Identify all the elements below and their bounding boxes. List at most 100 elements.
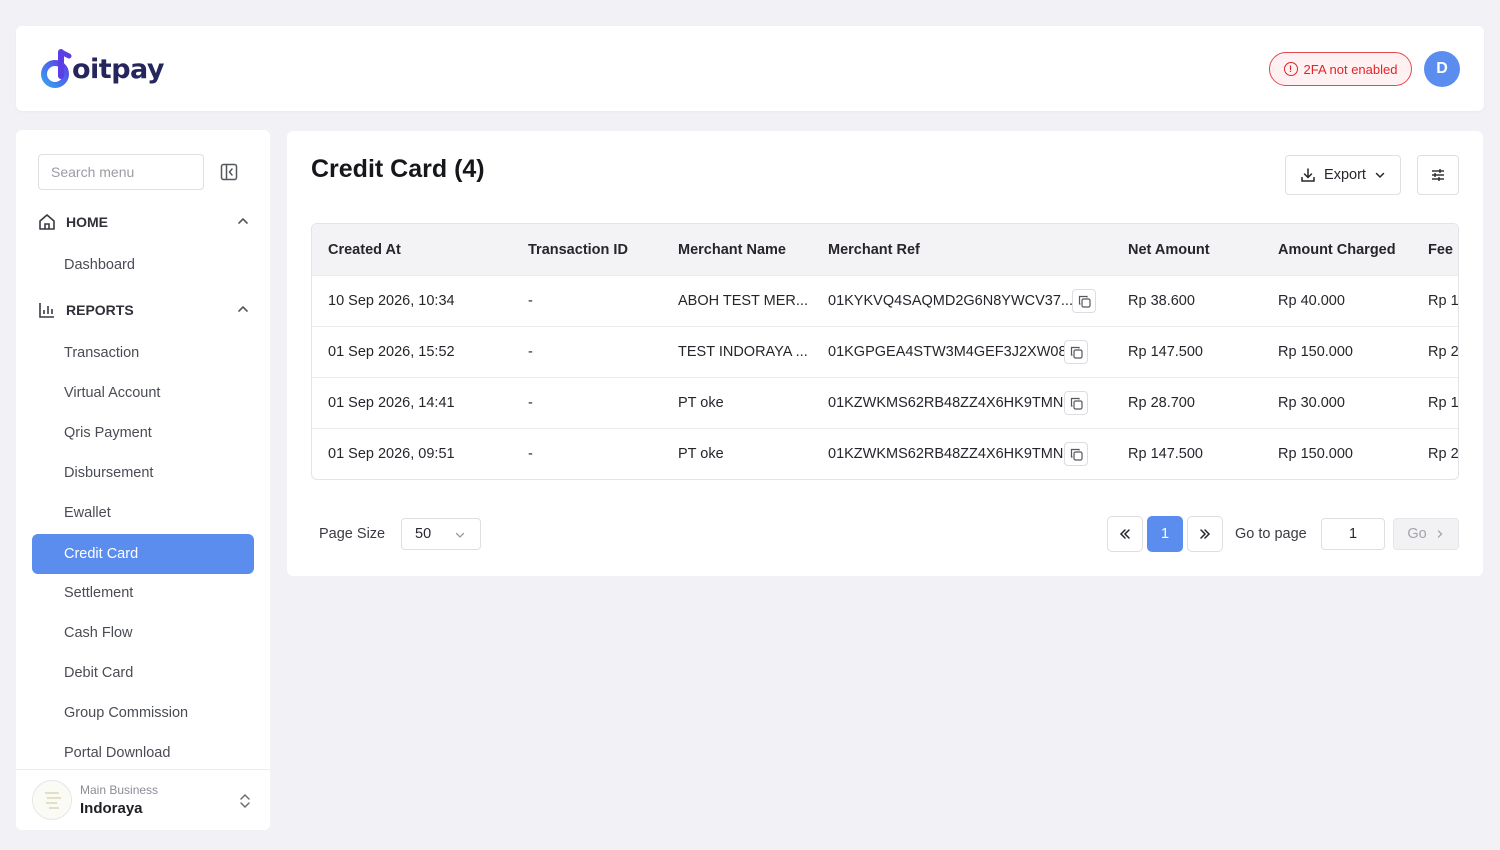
column-header[interactable]: Amount Charged: [1278, 242, 1396, 258]
cell-merchant-ref: 01KYKVQ4SAQMD2G6N8YWCV37...: [828, 293, 1073, 309]
sidebar-item-label: Ewallet: [64, 505, 111, 521]
cell-fee: Rp 1.: [1428, 395, 1459, 411]
chevron-down-icon: [1375, 172, 1385, 179]
sidebar-item-ewallet[interactable]: Ewallet: [32, 493, 254, 533]
export-button[interactable]: Export: [1285, 155, 1401, 195]
cell-fee: Rp 2: [1428, 446, 1459, 462]
doitpay-logo[interactable]: oitpay: [40, 44, 165, 92]
column-header[interactable]: Created At: [328, 242, 401, 258]
cell-amount-charged: Rp 30.000: [1278, 395, 1345, 411]
cell-merchant-name: PT oke: [678, 446, 724, 462]
user-avatar[interactable]: D: [1424, 51, 1460, 87]
last-page-button[interactable]: [1187, 516, 1223, 552]
credit-card-table: Created At Transaction ID Merchant Name …: [311, 223, 1459, 480]
page-button-current[interactable]: 1: [1147, 516, 1183, 552]
cell-transaction-id: -: [528, 344, 533, 360]
cell-transaction-id: -: [528, 446, 533, 462]
page-size-select[interactable]: 50: [401, 518, 481, 550]
cell-transaction-id: -: [528, 293, 533, 309]
sidebar-item-label: Dashboard: [64, 257, 135, 273]
logo-mark-icon: [41, 49, 72, 88]
sidebar-item-label: Qris Payment: [64, 425, 152, 441]
sidebar-item-portal-download[interactable]: Portal Download: [32, 733, 254, 773]
table-row[interactable]: 01 Sep 2026, 09:51 - PT oke 01KZWKMS62RB…: [312, 429, 1459, 479]
cell-net-amount: Rp 28.700: [1128, 395, 1195, 411]
sidebar: HOME Dashboard REPORTS Transaction Virtu…: [16, 130, 270, 830]
cell-created-at: 01 Sep 2026, 14:41: [328, 395, 455, 411]
section-reports[interactable]: REPORTS: [38, 298, 250, 322]
cell-net-amount: Rp 147.500: [1128, 446, 1203, 462]
business-subtitle: Main Business: [80, 783, 159, 797]
top-header: oitpay ! 2FA not enabled D: [16, 26, 1484, 111]
cell-fee: Rp 2: [1428, 344, 1459, 360]
column-header[interactable]: Merchant Name: [678, 242, 786, 258]
sidebar-item-settlement[interactable]: Settlement: [32, 573, 254, 613]
sidebar-item-label: Portal Download: [64, 745, 171, 761]
copy-ref-button[interactable]: [1064, 442, 1088, 466]
column-header[interactable]: Transaction ID: [528, 242, 628, 258]
go-to-page-input[interactable]: [1321, 518, 1385, 550]
business-logo: [32, 780, 72, 820]
page-size-label: Page Size: [319, 526, 386, 542]
sidebar-item-label: Cash Flow: [64, 625, 133, 641]
logo-text: oitpay: [72, 53, 165, 85]
2fa-warning-badge[interactable]: ! 2FA not enabled: [1269, 52, 1412, 86]
sidebar-item-qris-payment[interactable]: Qris Payment: [32, 413, 254, 453]
cell-merchant-ref: 01KZWKMS62RB48ZZ4X6HK9TMNG: [828, 446, 1075, 462]
section-home[interactable]: HOME: [38, 210, 250, 234]
chevron-right-icon: [1437, 530, 1443, 538]
cell-created-at: 01 Sep 2026, 09:51: [328, 446, 455, 462]
cell-fee: Rp 1.: [1428, 293, 1459, 309]
sidebar-item-label: Settlement: [64, 585, 134, 601]
go-label: Go: [1407, 526, 1427, 542]
table-row[interactable]: 01 Sep 2026, 14:41 - PT oke 01KZWKMS62RB…: [312, 378, 1459, 429]
copy-ref-button[interactable]: [1064, 340, 1088, 364]
copy-icon: [1070, 448, 1083, 461]
home-icon: [39, 214, 55, 230]
sidebar-item-virtual-account[interactable]: Virtual Account: [32, 373, 254, 413]
go-button[interactable]: Go: [1393, 518, 1459, 550]
column-header[interactable]: Merchant Ref: [828, 242, 920, 258]
copy-ref-button[interactable]: [1064, 391, 1088, 415]
2fa-warning-label: 2FA not enabled: [1303, 61, 1398, 77]
sidebar-item-transaction[interactable]: Transaction: [32, 333, 254, 373]
go-to-page-label: Go to page: [1235, 526, 1307, 542]
sliders-icon: [1432, 169, 1444, 181]
sidebar-item-debit-card[interactable]: Debit Card: [32, 653, 254, 693]
sidebar-item-group-commission[interactable]: Group Commission: [32, 693, 254, 733]
business-name: Indoraya: [80, 800, 143, 817]
cell-amount-charged: Rp 150.000: [1278, 344, 1353, 360]
column-header[interactable]: Net Amount: [1128, 242, 1210, 258]
business-switcher[interactable]: Main Business Indoraya: [16, 769, 270, 830]
sidebar-item-label: Disbursement: [64, 465, 154, 481]
sidebar-item-label: Credit Card: [64, 546, 139, 562]
export-label: Export: [1324, 167, 1366, 183]
column-header[interactable]: Fee: [1428, 242, 1453, 258]
business-logo-icon: [45, 792, 61, 809]
sidebar-item-disbursement[interactable]: Disbursement: [32, 453, 254, 493]
sidebar-item-dashboard[interactable]: Dashboard: [32, 245, 254, 285]
cell-transaction-id: -: [528, 395, 533, 411]
cell-amount-charged: Rp 150.000: [1278, 446, 1353, 462]
sidebar-item-cash-flow[interactable]: Cash Flow: [32, 613, 254, 653]
chevron-up-icon: [238, 217, 248, 224]
sidebar-item-label: Transaction: [64, 345, 140, 361]
table-row[interactable]: 10 Sep 2026, 10:34 - ABOH TEST MER... 01…: [312, 276, 1459, 327]
sidebar-item-credit-card[interactable]: Credit Card: [32, 534, 254, 574]
cell-net-amount: Rp 38.600: [1128, 293, 1195, 309]
section-reports-label: REPORTS: [66, 302, 134, 318]
table-header: Created At Transaction ID Merchant Name …: [312, 224, 1458, 276]
cell-net-amount: Rp 147.500: [1128, 344, 1203, 360]
cell-merchant-name: ABOH TEST MER...: [678, 293, 808, 309]
table-row[interactable]: 01 Sep 2026, 15:52 - TEST INDORAYA ... 0…: [312, 327, 1459, 378]
alert-circle-icon: !: [1283, 62, 1298, 76]
filter-settings-button[interactable]: [1417, 155, 1459, 195]
cell-created-at: 01 Sep 2026, 15:52: [328, 344, 455, 360]
copy-ref-button[interactable]: [1072, 289, 1096, 313]
chevron-down-icon: [455, 532, 465, 538]
collapse-sidebar-icon[interactable]: [220, 163, 238, 181]
chevrons-left-icon: [1119, 529, 1130, 539]
copy-icon: [1078, 295, 1091, 308]
search-menu-input[interactable]: [38, 154, 204, 190]
first-page-button[interactable]: [1107, 516, 1143, 552]
